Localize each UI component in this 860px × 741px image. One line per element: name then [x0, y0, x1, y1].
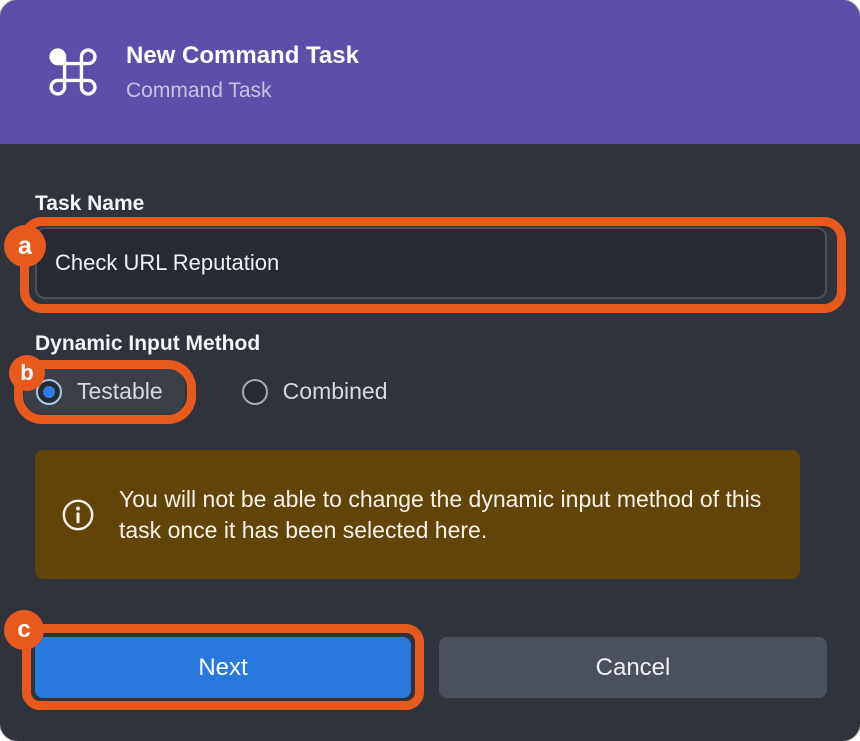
new-command-task-dialog: New Command Task Command Task Task Name … [0, 0, 860, 741]
info-icon [61, 498, 95, 532]
command-icon [46, 45, 100, 99]
dialog-subtitle: Command Task [126, 79, 359, 102]
annotation-label-b: b [9, 355, 45, 391]
annotation-label-c: c [4, 610, 44, 650]
task-name-label: Task Name [35, 192, 827, 215]
radio-option-combined-label: Combined [283, 378, 388, 405]
radio-unselected-icon[interactable] [242, 379, 268, 405]
radio-option-testable-label: Testable [77, 378, 163, 405]
radio-dot [43, 386, 55, 398]
dialog-actions: Next c Cancel [35, 637, 827, 698]
annotation-label-a: a [4, 225, 46, 267]
dynamic-input-method-label: Dynamic Input Method [35, 332, 827, 355]
task-name-input[interactable]: Check URL Reputation [35, 227, 827, 299]
radio-option-testable[interactable]: Testable [36, 378, 163, 405]
dialog-header: New Command Task Command Task [0, 0, 860, 144]
task-name-input-wrap: Check URL Reputation a [35, 227, 827, 299]
cancel-button[interactable]: Cancel [439, 637, 827, 698]
testable-option-highlight: Testable b [24, 369, 185, 414]
next-button[interactable]: Next [35, 637, 411, 698]
header-text: New Command Task Command Task [126, 42, 359, 102]
notice-text: You will not be able to change the dynam… [119, 484, 772, 545]
dialog-body: Task Name Check URL Reputation a Dynamic… [0, 192, 860, 698]
radio-option-combined[interactable]: Combined [242, 378, 388, 405]
task-name-value: Check URL Reputation [55, 250, 279, 276]
notice-banner: You will not be able to change the dynam… [35, 450, 800, 579]
dialog-title: New Command Task [126, 42, 359, 70]
dynamic-input-method-options: Testable b Combined [35, 369, 827, 414]
next-button-wrap: Next c [35, 637, 411, 698]
